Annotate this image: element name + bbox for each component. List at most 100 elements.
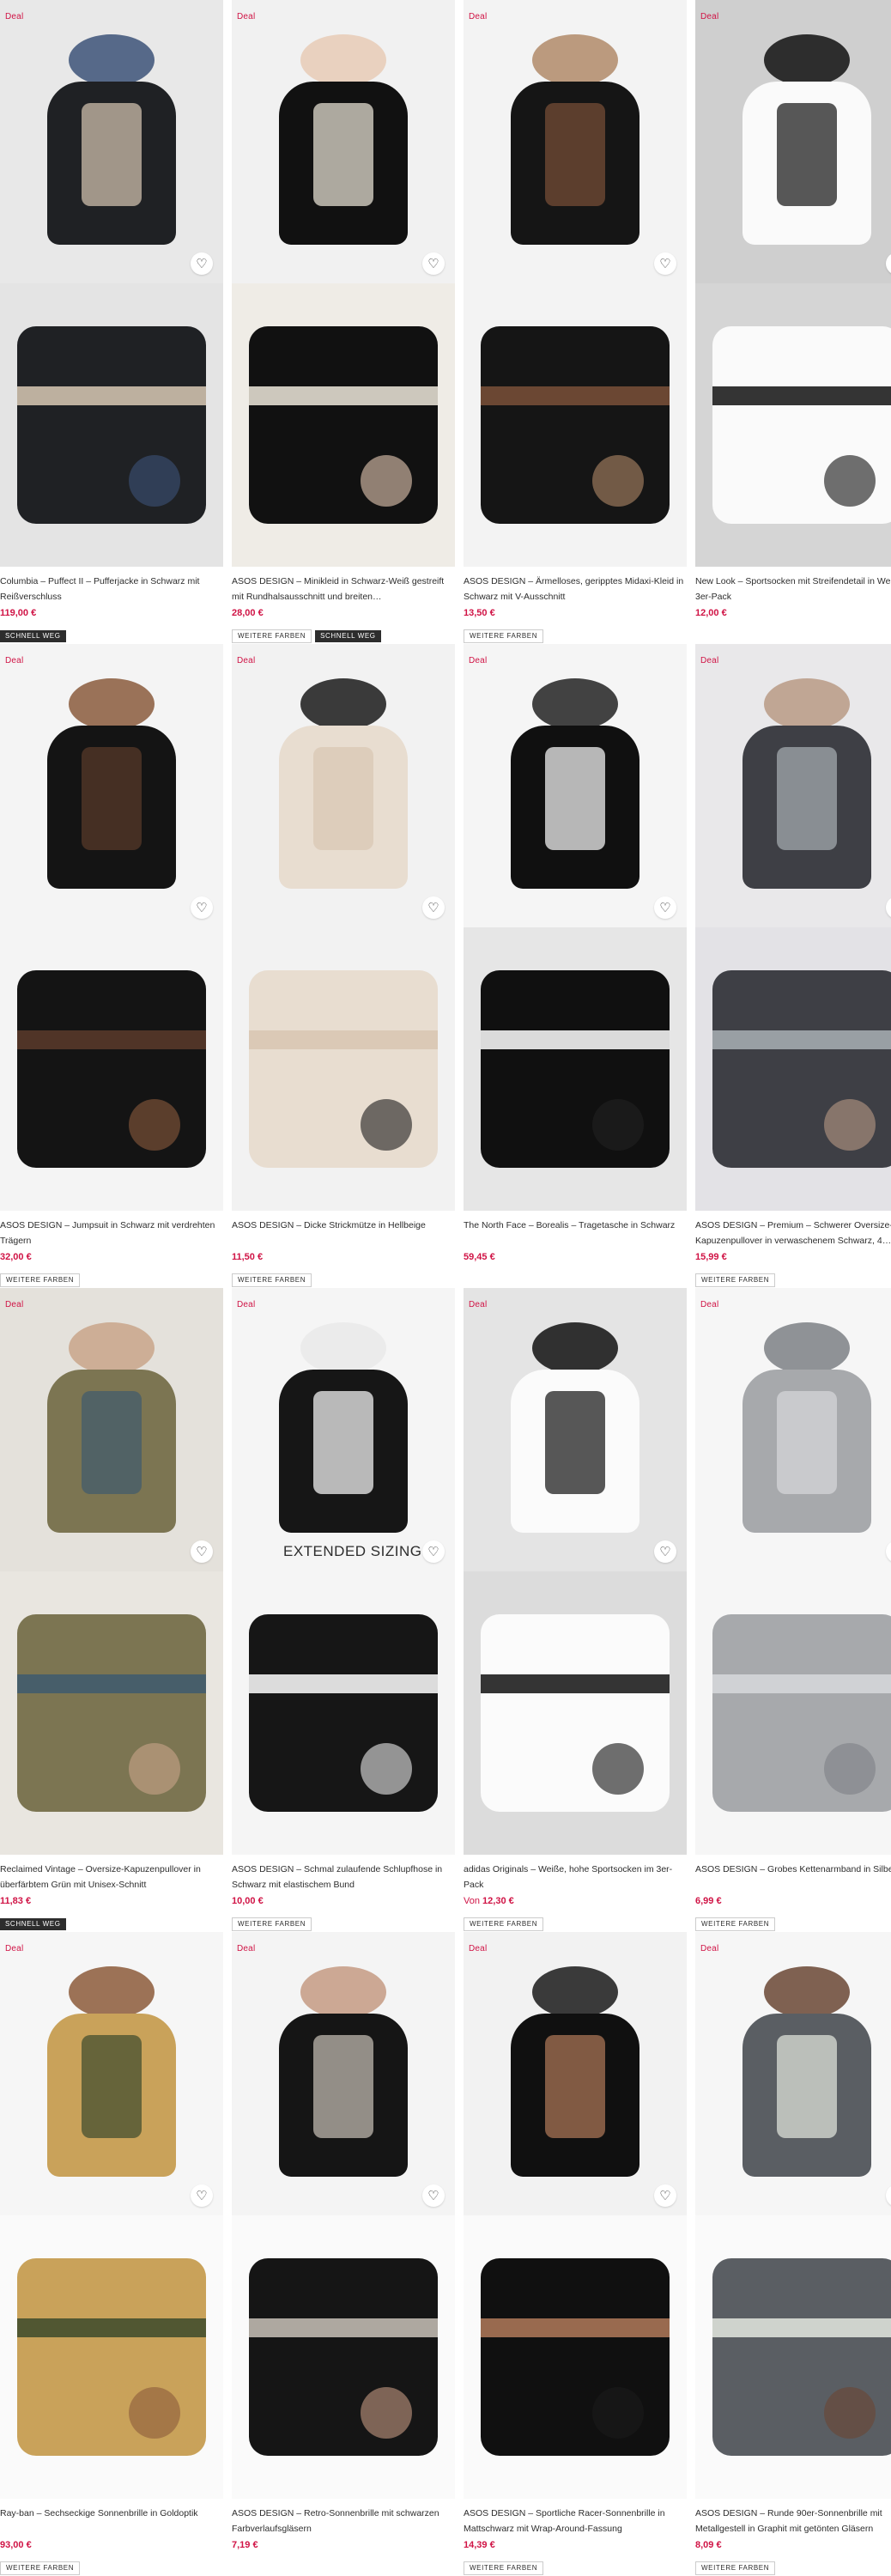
product-card[interactable]: Deal♡ ASOS DESIGN – Grobes Kettenarmband …	[695, 1288, 891, 1931]
product-badges: WEITERE FARBEN	[464, 627, 687, 643]
save-for-later-button[interactable]: ♡	[422, 896, 445, 919]
product-title[interactable]: Ray-ban – Sechseckige Sonnenbrille in Go…	[0, 2506, 223, 2537]
product-title[interactable]: ASOS DESIGN – Dicke Strickmütze in Hellb…	[232, 1218, 455, 1249]
save-for-later-button[interactable]: ♡	[654, 896, 676, 919]
save-for-later-button[interactable]: ♡	[654, 2184, 676, 2207]
more-colors-badge: WEITERE FARBEN	[232, 1273, 312, 1287]
image-garment	[249, 326, 438, 524]
product-image[interactable]: Deal♡	[464, 1288, 687, 1855]
price-value: 6,99 €	[695, 1896, 722, 1906]
image-detail	[545, 1391, 605, 1494]
image-detail	[824, 2387, 876, 2439]
product-image[interactable]: Deal♡	[695, 644, 891, 1211]
product-image[interactable]: Deal♡	[232, 1932, 455, 2499]
product-title[interactable]: Reclaimed Vintage – Oversize-Kapuzenpull…	[0, 1862, 223, 1893]
product-card[interactable]: Deal EXTENDED SIZING ♡ ASOS DESIGN – Schmal…	[232, 1288, 455, 1931]
image-head	[300, 1966, 386, 2018]
save-for-later-button[interactable]: ♡	[422, 1540, 445, 1563]
price-value: 12,00 €	[695, 608, 727, 618]
save-for-later-button[interactable]: ♡	[191, 2184, 213, 2207]
product-title[interactable]: The North Face – Borealis – Tragetasche …	[464, 1218, 687, 1249]
save-for-later-button[interactable]: ♡	[191, 896, 213, 919]
product-image[interactable]: Deal♡	[0, 644, 223, 1211]
product-title[interactable]: ASOS DESIGN – Schmal zulaufende Schlupfh…	[232, 1862, 455, 1893]
product-image[interactable]: Deal♡	[695, 1288, 891, 1855]
product-title[interactable]: ASOS DESIGN – Retro-Sonnenbrille mit sch…	[232, 2506, 455, 2537]
product-image-secondary	[0, 1571, 223, 1855]
product-title[interactable]: ASOS DESIGN – Ärmelloses, geripptes Mida…	[464, 574, 687, 605]
heart-icon: ♡	[196, 2188, 208, 2203]
product-card[interactable]: Deal ♡ ASOS DESIGN – Ärmelloses, geripptes…	[464, 0, 687, 643]
product-image[interactable]: Deal EXTENDED SIZING ♡	[232, 1288, 455, 1855]
image-detail	[249, 2318, 438, 2337]
image-detail	[592, 1099, 644, 1151]
product-price: 10,00 €	[232, 1896, 455, 1910]
price-value: 13,50 €	[464, 608, 495, 618]
save-for-later-button[interactable]: ♡	[654, 1540, 676, 1563]
product-card[interactable]: Deal ♡ ASOS DESIGN – Minikleid in Schwarz-…	[232, 0, 455, 643]
save-for-later-button[interactable]: ♡	[191, 252, 213, 275]
product-card[interactable]: Deal ♡ ASOS DESIGN – Dicke Strickmütze in …	[232, 644, 455, 1287]
product-title[interactable]: ASOS DESIGN – Minikleid in Schwarz-Weiß …	[232, 574, 455, 605]
product-card[interactable]: Deal ♡ Ray-ban – Sechseckige Sonnenbrille …	[0, 1932, 223, 2575]
more-colors-badge: WEITERE FARBEN	[464, 629, 544, 643]
product-image[interactable]: Deal♡	[0, 0, 223, 567]
product-image-primary	[0, 644, 223, 927]
image-detail	[592, 2387, 644, 2439]
product-image[interactable]: Deal♡	[232, 644, 455, 1211]
product-card[interactable]: Deal ♡ Reclaimed Vintage – Oversize-Kapuze…	[0, 1288, 223, 1930]
image-garment	[481, 970, 670, 1168]
product-card[interactable]: Deal ♡ adidas Originals – Weiße, hohe Spor…	[464, 1288, 687, 1931]
product-price: 11,50 €	[232, 1252, 455, 1266]
product-image[interactable]: Deal♡	[464, 644, 687, 1211]
product-image[interactable]: Deal♡	[0, 1288, 223, 1855]
save-for-later-button[interactable]: ♡	[191, 1540, 213, 1563]
image-detail	[777, 2035, 837, 2138]
product-card[interactable]: Deal ♡ ASOS DESIGN – Sportliche Racer-Sonn…	[464, 1932, 687, 2575]
product-image[interactable]: Deal♡	[695, 1932, 891, 2499]
product-image-secondary	[464, 2215, 687, 2499]
product-image[interactable]: Deal ♡	[464, 0, 687, 567]
product-card[interactable]: Deal ♡ The North Face – Borealis – Trageta…	[464, 644, 687, 1283]
product-title[interactable]: ASOS DESIGN – Grobes Kettenarmband in Si…	[695, 1862, 891, 1893]
product-title[interactable]: ASOS DESIGN – Jumpsuit in Schwarz mit ve…	[0, 1218, 223, 1249]
product-image-secondary	[695, 1571, 891, 1855]
product-title[interactable]: ASOS DESIGN – Runde 90er-Sonnenbrille mi…	[695, 2506, 891, 2537]
product-card[interactable]: Deal♡ New Look – Sportsocken mit Streifen…	[695, 0, 891, 639]
selling-fast-badge: SCHNELL WEG	[0, 630, 66, 642]
product-card[interactable]: Deal♡ ASOS DESIGN – Premium – Schwerer Ov…	[695, 644, 891, 1287]
more-colors-badge: WEITERE FARBEN	[0, 2561, 81, 2575]
product-title[interactable]: adidas Originals – Weiße, hohe Sportsock…	[464, 1862, 687, 1893]
product-badges: WEITERE FARBEN	[0, 2559, 223, 2575]
image-detail	[824, 1743, 876, 1795]
deal-label: Deal	[469, 12, 488, 21]
save-for-later-button[interactable]: ♡	[422, 2184, 445, 2207]
product-image-primary	[232, 1932, 455, 2215]
product-image-primary	[695, 1932, 891, 2215]
heart-icon: ♡	[427, 2188, 439, 2203]
product-image[interactable]: Deal♡	[464, 1932, 687, 2499]
product-image[interactable]: Deal♡	[695, 0, 891, 567]
product-badges: WEITERE FARBEN SCHNELL WEG	[232, 627, 455, 643]
product-title[interactable]: ASOS DESIGN – Sportliche Racer-Sonnenbri…	[464, 2506, 687, 2537]
product-info: Columbia – Puffect II – Pufferjacke in S…	[0, 567, 223, 642]
more-colors-badge: WEITERE FARBEN	[695, 2561, 776, 2575]
price-value: 14,39 €	[464, 2540, 495, 2550]
image-detail	[361, 1743, 412, 1795]
product-title[interactable]: Columbia – Puffect II – Pufferjacke in S…	[0, 574, 223, 605]
save-for-later-button[interactable]: ♡	[422, 252, 445, 275]
product-title[interactable]: ASOS DESIGN – Premium – Schwerer Oversiz…	[695, 1218, 891, 1249]
heart-icon: ♡	[196, 900, 208, 915]
product-title[interactable]: New Look – Sportsocken mit Streifendetai…	[695, 574, 891, 605]
product-card[interactable]: Deal ♡ ASOS DESIGN – Jumpsuit in Schwarz m…	[0, 644, 223, 1287]
product-image[interactable]: Deal♡	[232, 0, 455, 567]
price-prefix: Von	[464, 1896, 480, 1906]
product-card[interactable]: Deal ♡ ASOS DESIGN – Retro-Sonnenbrille mi…	[232, 1932, 455, 2571]
product-card[interactable]: Deal♡ ASOS DESIGN – Runde 90er-Sonnenbril…	[695, 1932, 891, 2575]
product-image[interactable]: Deal♡	[0, 1932, 223, 2499]
image-detail	[777, 103, 837, 206]
save-for-later-button[interactable]: ♡	[654, 252, 676, 275]
product-info: ASOS DESIGN – Premium – Schwerer Oversiz…	[695, 1211, 891, 1287]
more-colors-badge: WEITERE FARBEN	[464, 2561, 544, 2575]
product-card[interactable]: Deal ♡ Columbia – Puffect II – Pufferjacke…	[0, 0, 223, 642]
